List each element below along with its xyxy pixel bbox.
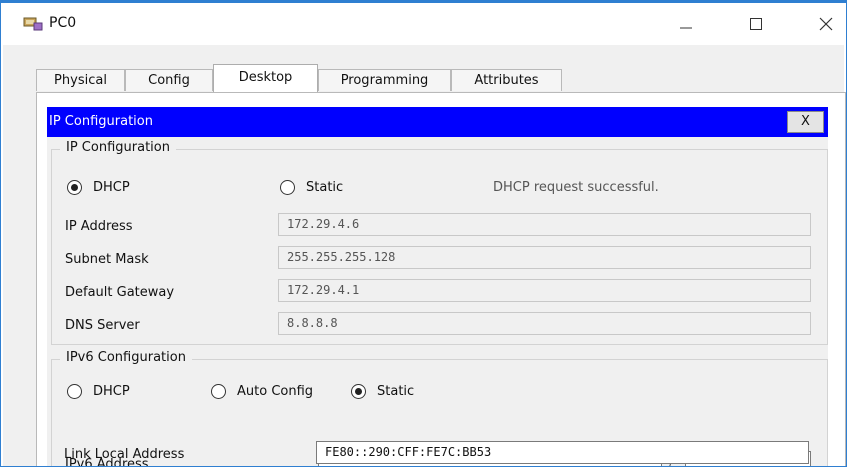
maximize-button[interactable] [736, 9, 776, 39]
ip-address-label: IP Address [65, 219, 133, 234]
link-local-address-field[interactable]: FE80::290:CFF:FE7C:BB53 [316, 441, 809, 464]
close-icon [819, 17, 833, 31]
subnet-mask-field[interactable]: 255.255.255.128 [278, 246, 811, 269]
tab-desktop[interactable]: Desktop [213, 64, 318, 92]
tab-attributes[interactable]: Attributes [451, 69, 562, 91]
ipv6-dhcp-label[interactable]: DHCP [93, 384, 130, 399]
ipv6-static-radio[interactable] [351, 384, 366, 399]
ipv4-static-radio[interactable] [280, 180, 295, 195]
header-title: IP Configuration [49, 114, 153, 129]
pc-icon [23, 17, 43, 31]
dns-server-field[interactable]: 8.8.8.8 [278, 312, 811, 335]
ipv6-dhcp-radio[interactable] [67, 384, 82, 399]
title-bar[interactable]: PC0 [1, 3, 846, 45]
ip-address-field[interactable]: 172.29.4.6 [278, 213, 811, 236]
tab-physical[interactable]: Physical [36, 69, 125, 91]
close-app-button[interactable]: X [787, 111, 824, 133]
ipv4-dhcp-radio[interactable] [67, 180, 82, 195]
tab-config[interactable]: Config [125, 69, 213, 91]
default-gateway-field[interactable]: 172.29.4.1 [278, 279, 811, 302]
dhcp-status-text: DHCP request successful. [493, 180, 659, 195]
minimize-button[interactable] [666, 9, 706, 39]
ipv6-auto-config-label[interactable]: Auto Config [237, 384, 313, 399]
tab-programming[interactable]: Programming [318, 69, 451, 91]
ipv6-group-title: IPv6 Configuration [60, 350, 192, 365]
close-button[interactable] [806, 9, 846, 39]
pc0-window: PC0 Physical Config Desktop Programming … [0, 0, 847, 467]
dns-server-label: DNS Server [65, 318, 140, 333]
ipv6-static-label[interactable]: Static [377, 384, 414, 399]
ip-config-panel: IP Configuration DHCP Static DHCP reques… [47, 137, 828, 466]
default-gateway-label: Default Gateway [65, 285, 175, 300]
ipv4-dhcp-label[interactable]: DHCP [93, 180, 130, 195]
ipv6-auto-config-radio[interactable] [211, 384, 226, 399]
subnet-mask-label: Subnet Mask [65, 252, 149, 267]
ipv4-static-label[interactable]: Static [306, 180, 343, 195]
ipv4-group-title: IP Configuration [60, 140, 176, 155]
link-local-label: Link Local Address [64, 447, 185, 462]
minimize-icon [680, 27, 692, 29]
window-title: PC0 [49, 15, 77, 31]
window-content: Physical Config Desktop Programming Attr… [3, 45, 846, 466]
maximize-icon [750, 18, 762, 30]
ip-config-header: IP Configuration X [47, 107, 828, 137]
